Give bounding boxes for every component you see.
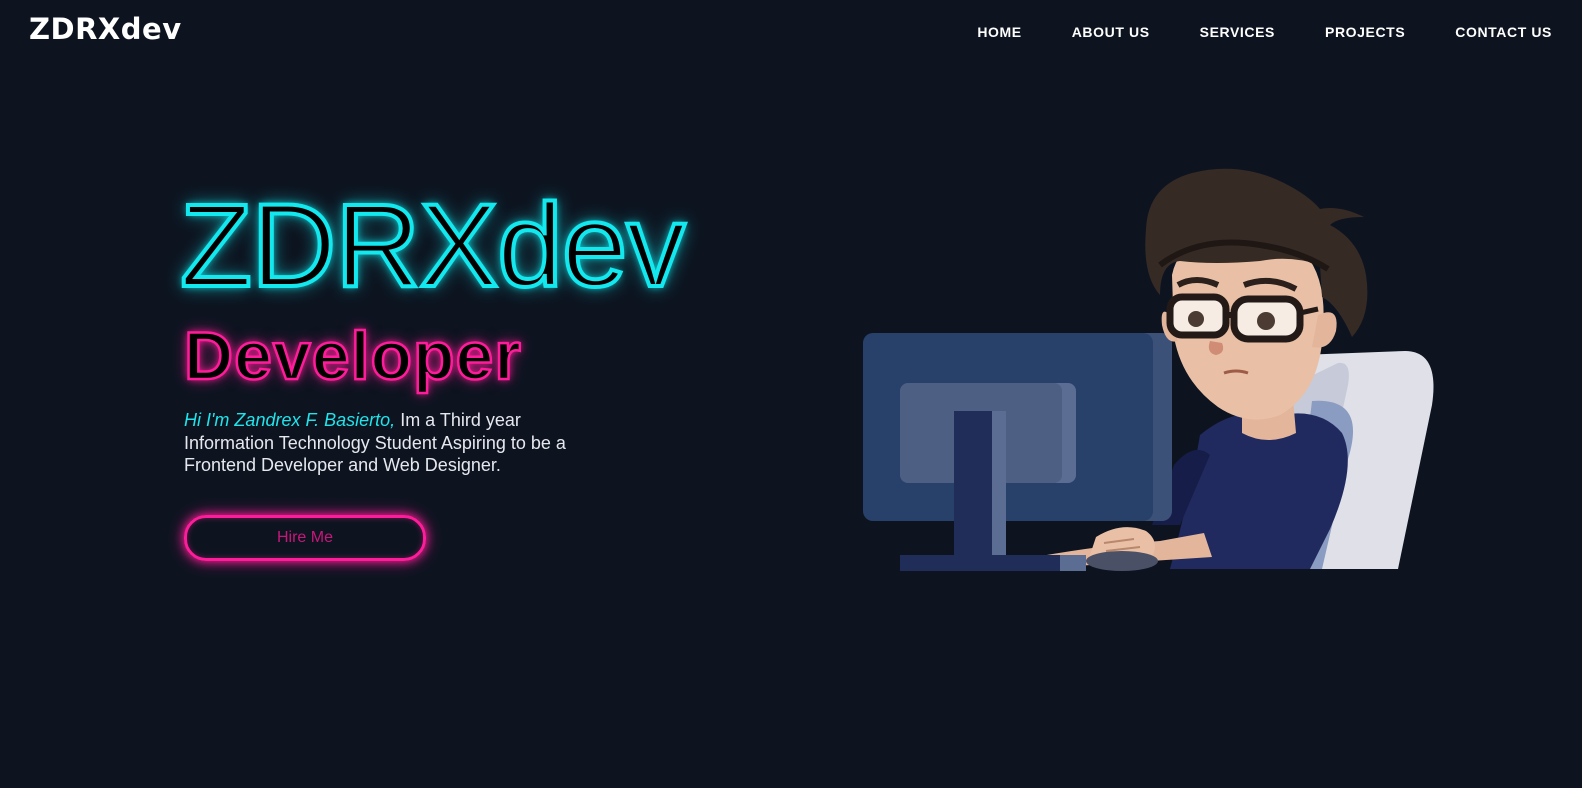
nav-link-home[interactable]: HOME	[977, 24, 1021, 40]
hero-intro: Hi I'm Zandrex F. Basierto,	[184, 410, 396, 430]
hero-title: ZDRXdev	[178, 180, 687, 312]
nav-link-contact-us[interactable]: CONTACT US	[1455, 24, 1552, 40]
hero-description: Hi I'm Zandrex F. Basierto, Im a Third y…	[184, 409, 614, 477]
nav-link-services[interactable]: SERVICES	[1200, 24, 1275, 40]
brand-logo[interactable]: ZDRXdev	[29, 12, 182, 46]
monitor-stand-neck-side	[992, 411, 1006, 559]
mouse	[1086, 551, 1158, 571]
nav-links: HOME ABOUT US SERVICES PROJECTS CONTACT …	[927, 24, 1552, 40]
monitor-stand-base	[900, 555, 1060, 571]
nav-link-about-us[interactable]: ABOUT US	[1072, 24, 1150, 40]
nav-link-projects[interactable]: PROJECTS	[1325, 24, 1405, 40]
page: ZDRXdev HOME ABOUT US SERVICES PROJECTS …	[0, 0, 1582, 788]
eye-left	[1188, 311, 1204, 327]
navbar: ZDRXdev HOME ABOUT US SERVICES PROJECTS …	[0, 0, 1582, 64]
hero-role: Developer	[183, 317, 522, 396]
monitor-stand-neck	[954, 411, 992, 559]
eye-right	[1257, 312, 1275, 330]
developer-at-computer-illustration	[863, 168, 1434, 571]
hire-me-button[interactable]: Hire Me	[184, 515, 426, 561]
